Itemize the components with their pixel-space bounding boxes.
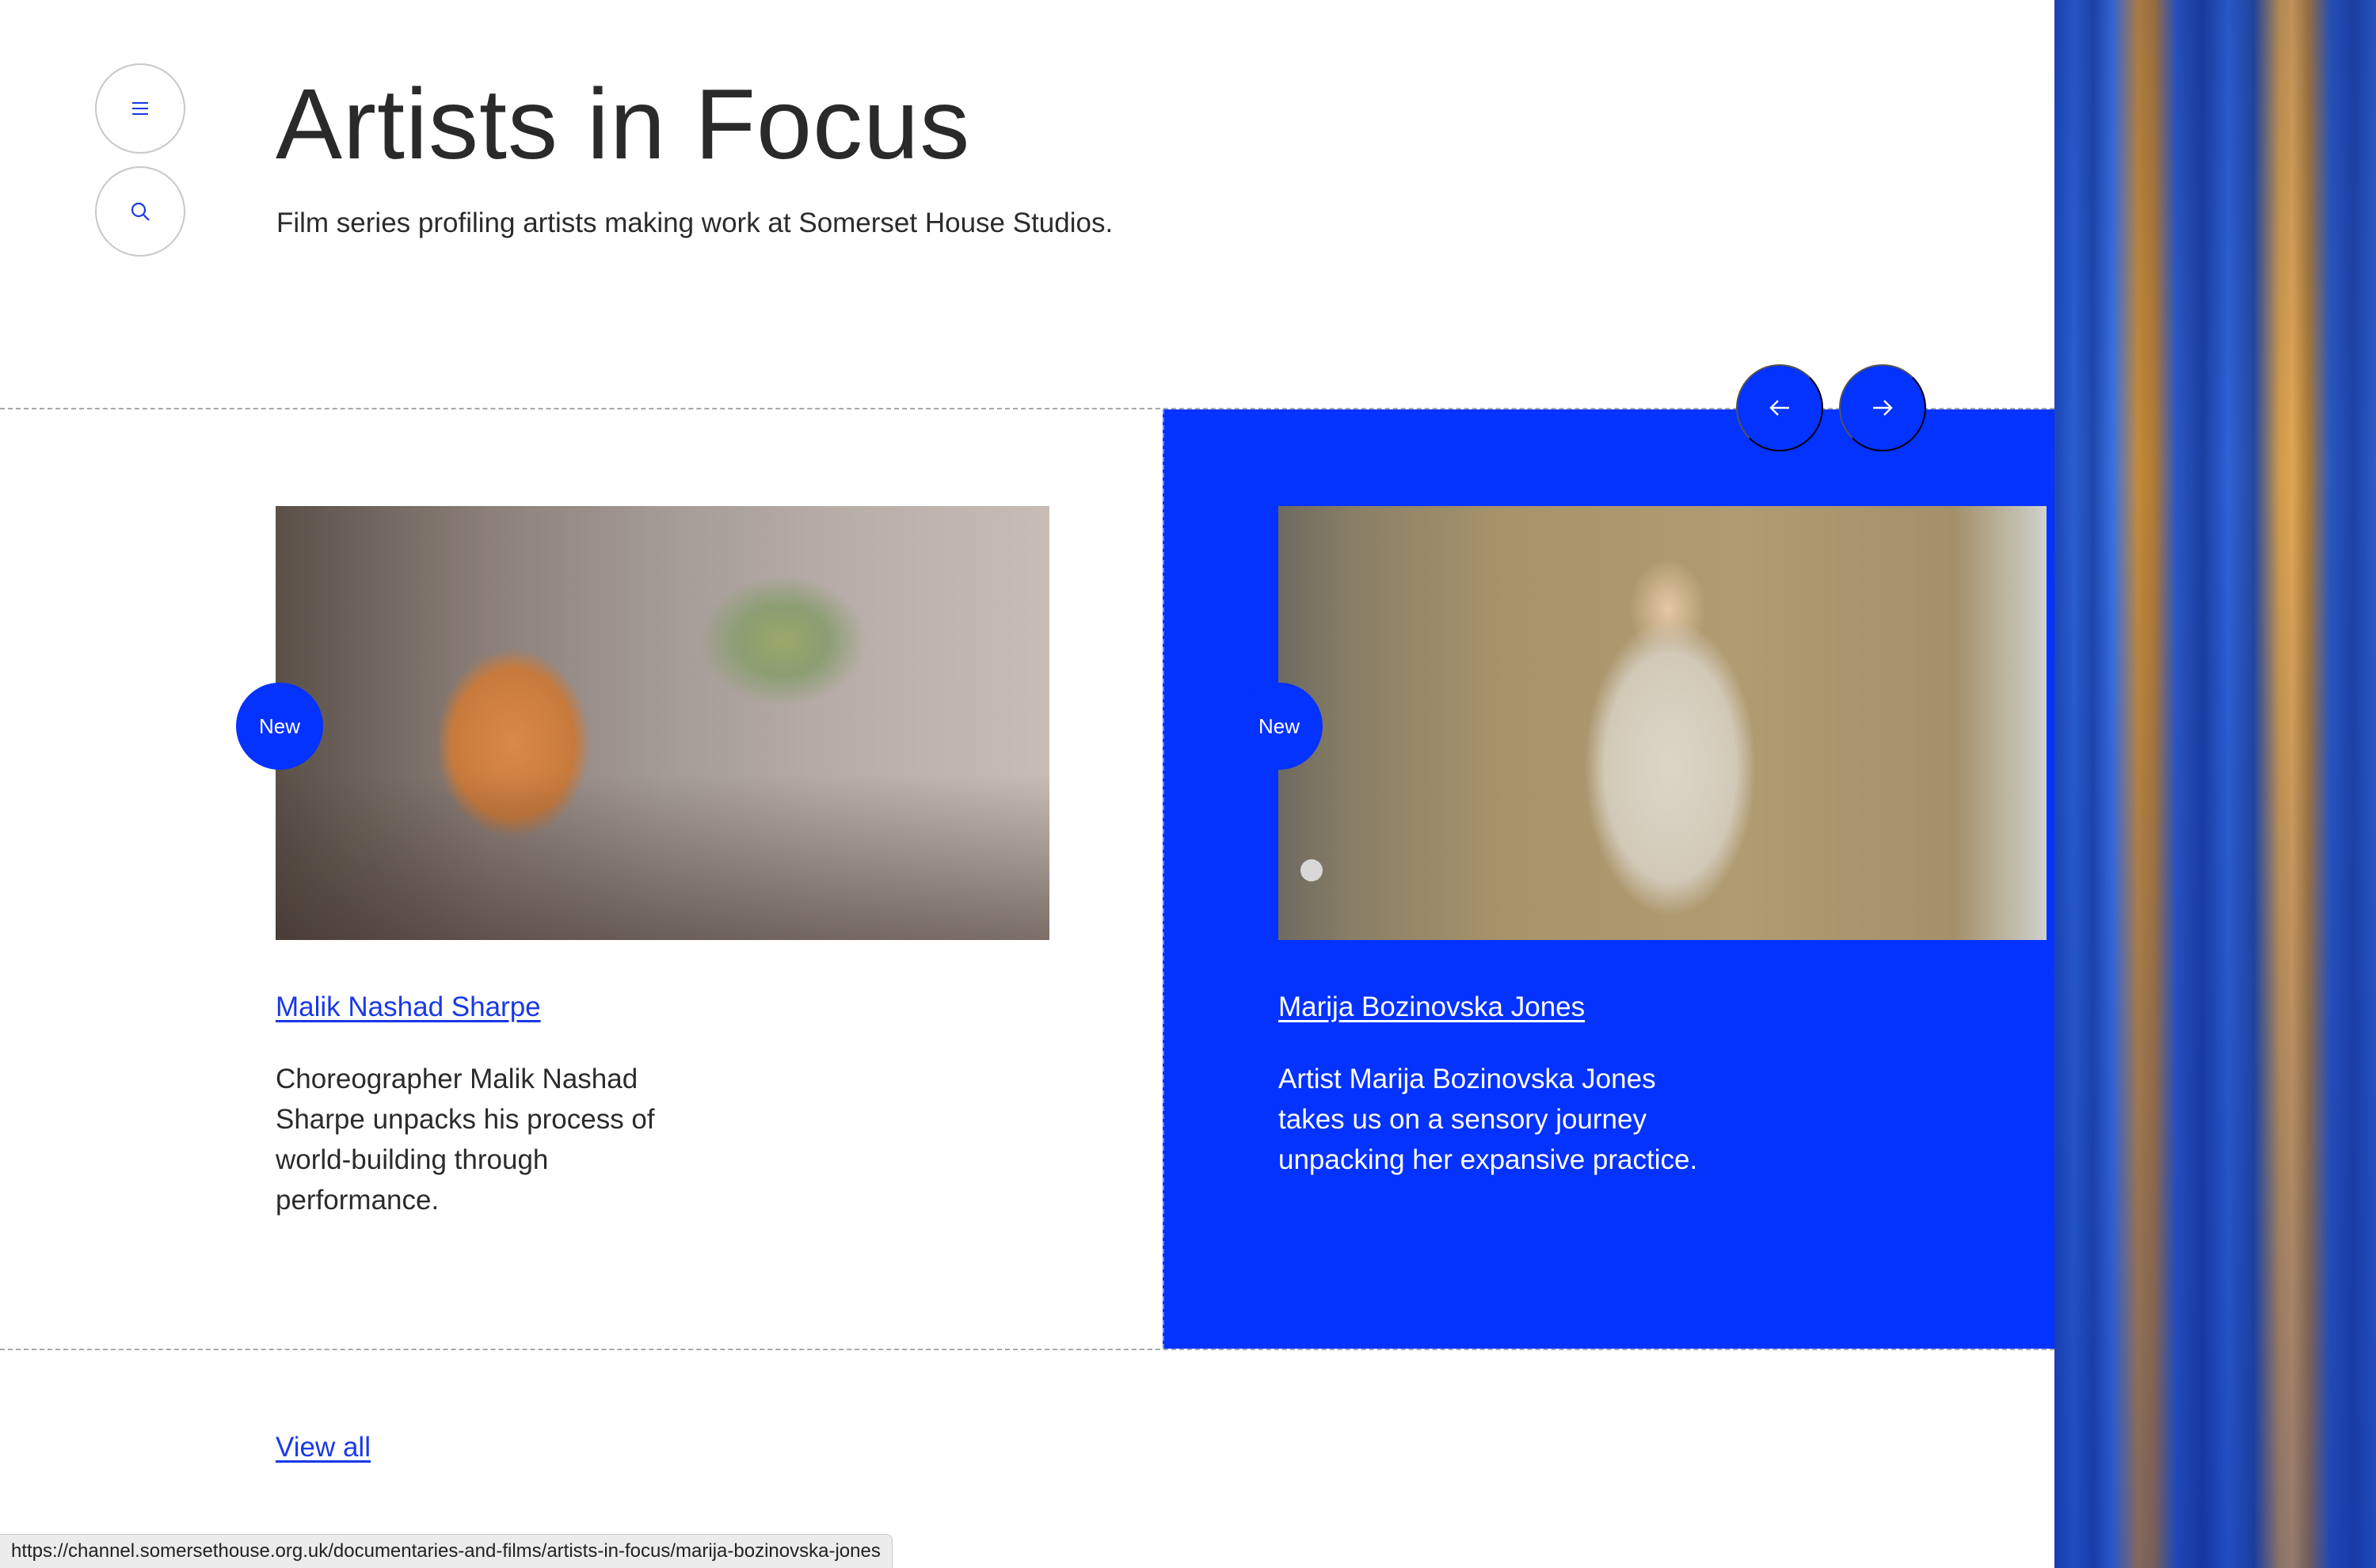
view-all-link[interactable]: View all [276,1432,371,1463]
cursor-dot [1300,859,1323,881]
decorative-image [2054,0,2376,1568]
divider [0,1349,2054,1350]
film-title-link[interactable]: Malik Nashad Sharpe [276,991,541,1023]
search-button[interactable] [95,166,185,257]
page-subtitle: Film series profiling artists making wor… [276,207,1114,238]
new-badge: New [236,683,323,770]
film-card: New Marija Bozinovska Jones Artist Marij… [1163,409,2054,1349]
status-bar-url: https://channel.somersethouse.org.uk/doc… [0,1534,893,1568]
film-title-link[interactable]: Marija Bozinovska Jones [1278,991,1585,1023]
film-description: Artist Marija Bozinovska Jones takes us … [1278,1064,1698,1175]
page-title: Artists in Focus [276,68,971,180]
carousel-next-button[interactable] [1839,364,1926,451]
arrow-right-icon [1873,400,1893,416]
menu-icon [132,102,148,115]
carousel-prev-button[interactable] [1736,364,1823,451]
new-badge: New [1236,683,1323,770]
film-thumbnail[interactable] [276,506,1049,940]
film-card: New Malik Nashad Sharpe Choreographer Ma… [0,409,1163,1349]
arrow-left-icon [1769,400,1789,416]
film-description: Choreographer Malik Nashad Sharpe unpack… [276,1064,655,1216]
page: Artists in Focus Film series profiling a… [0,0,2054,1568]
menu-button[interactable] [95,63,185,154]
search-icon [131,202,150,221]
film-thumbnail[interactable] [1278,506,2047,940]
